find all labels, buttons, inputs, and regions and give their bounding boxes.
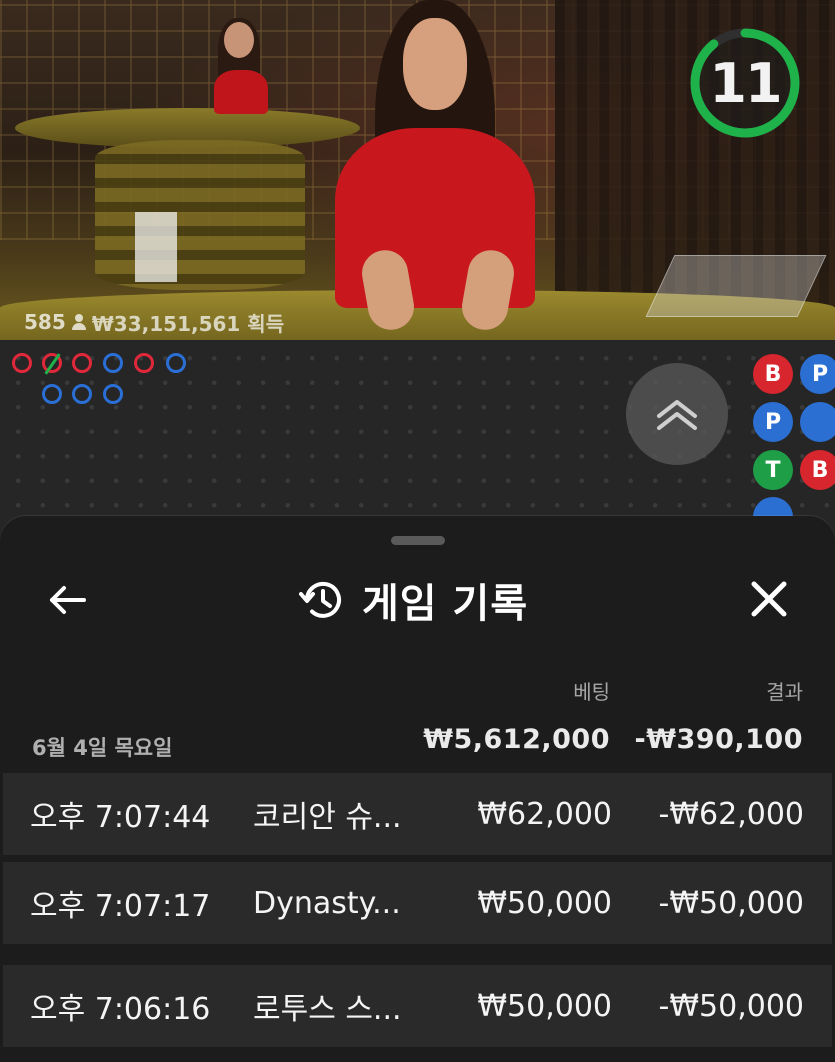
column-header-result: 결과: [766, 680, 803, 704]
date-group-header: 6월 4일 목요일 ₩5,612,000 -₩390,100: [0, 716, 835, 768]
total-result: -₩390,100: [634, 724, 803, 755]
table-row[interactable]: 오후 7:07:17 Dynasty... ₩50,000 -₩50,000: [3, 862, 832, 944]
back-button[interactable]: [40, 572, 96, 628]
bead-player: [103, 384, 123, 404]
total-bet: ₩5,612,000: [423, 724, 610, 755]
road-badge-player: P: [753, 402, 793, 442]
timer-value: 11: [709, 51, 782, 115]
live-video-feed: 11 585 ₩33,151,561 획득: [0, 0, 835, 340]
road-badge-banker: B: [800, 450, 835, 490]
bead-banker: [72, 353, 92, 373]
card-shoe: [645, 255, 827, 317]
row-result: -₩50,000: [658, 988, 804, 1024]
dealer: [325, 0, 555, 340]
bead-player: [166, 353, 186, 373]
sheet-drag-handle[interactable]: [391, 536, 445, 545]
expand-roadmap-button[interactable]: [626, 363, 728, 465]
row-time: 오후 7:06:16: [30, 992, 211, 1027]
card-holder: [135, 212, 177, 282]
road-badge-player: P: [800, 354, 835, 394]
history-clock-icon: [299, 581, 341, 618]
bead-banker-tie: [42, 353, 62, 375]
page-title: 게임 기록: [362, 581, 529, 627]
row-bet: ₩50,000: [477, 988, 612, 1024]
person-icon: [71, 314, 86, 330]
double-chevron-up-icon: [657, 400, 697, 430]
row-result: -₩50,000: [658, 885, 804, 921]
road-badge-player: [800, 402, 835, 442]
bead-player: [72, 384, 92, 404]
date-label: 6월 4일 목요일: [32, 736, 173, 760]
bead-banker: [134, 353, 154, 373]
road-badge-banker: B: [753, 354, 793, 394]
background-table-stack: [95, 140, 305, 290]
bead-player: [103, 353, 123, 373]
sheet-header: 게임 기록: [298, 566, 528, 634]
players-info: 585 ₩33,151,561 획득: [24, 308, 284, 336]
row-game: 로투스 스...: [253, 992, 402, 1027]
row-time: 오후 7:07:44: [30, 800, 211, 835]
table-row[interactable]: 오후 7:06:16 로투스 스... ₩50,000 -₩50,000: [3, 965, 832, 1047]
close-icon: [751, 581, 787, 617]
column-header-bet: 베팅: [573, 680, 610, 704]
bead-banker: [12, 353, 32, 373]
table-row[interactable]: 오후 7:07:44 코리안 슈... ₩62,000 -₩62,000: [3, 773, 832, 855]
row-result: -₩62,000: [658, 796, 804, 832]
total-winnings: ₩33,151,561 획득: [91, 311, 285, 336]
arrow-left-icon: [50, 586, 86, 614]
road-badge-tie: T: [753, 450, 793, 490]
game-history-sheet: 게임 기록 베팅 결과 6월 4일 목요일 ₩5,612,000 -₩390,1…: [0, 516, 835, 1062]
row-time: 오후 7:07:17: [30, 889, 211, 924]
countdown-timer: 11: [688, 26, 802, 140]
row-game: Dynasty...: [253, 885, 401, 921]
players-count: 585: [24, 310, 66, 334]
row-game: 코리안 슈...: [253, 800, 402, 835]
close-button[interactable]: [738, 568, 800, 630]
row-bet: ₩62,000: [477, 796, 612, 832]
background-dealer: [210, 18, 270, 114]
row-bet: ₩50,000: [477, 885, 612, 921]
bead-player: [42, 384, 62, 404]
